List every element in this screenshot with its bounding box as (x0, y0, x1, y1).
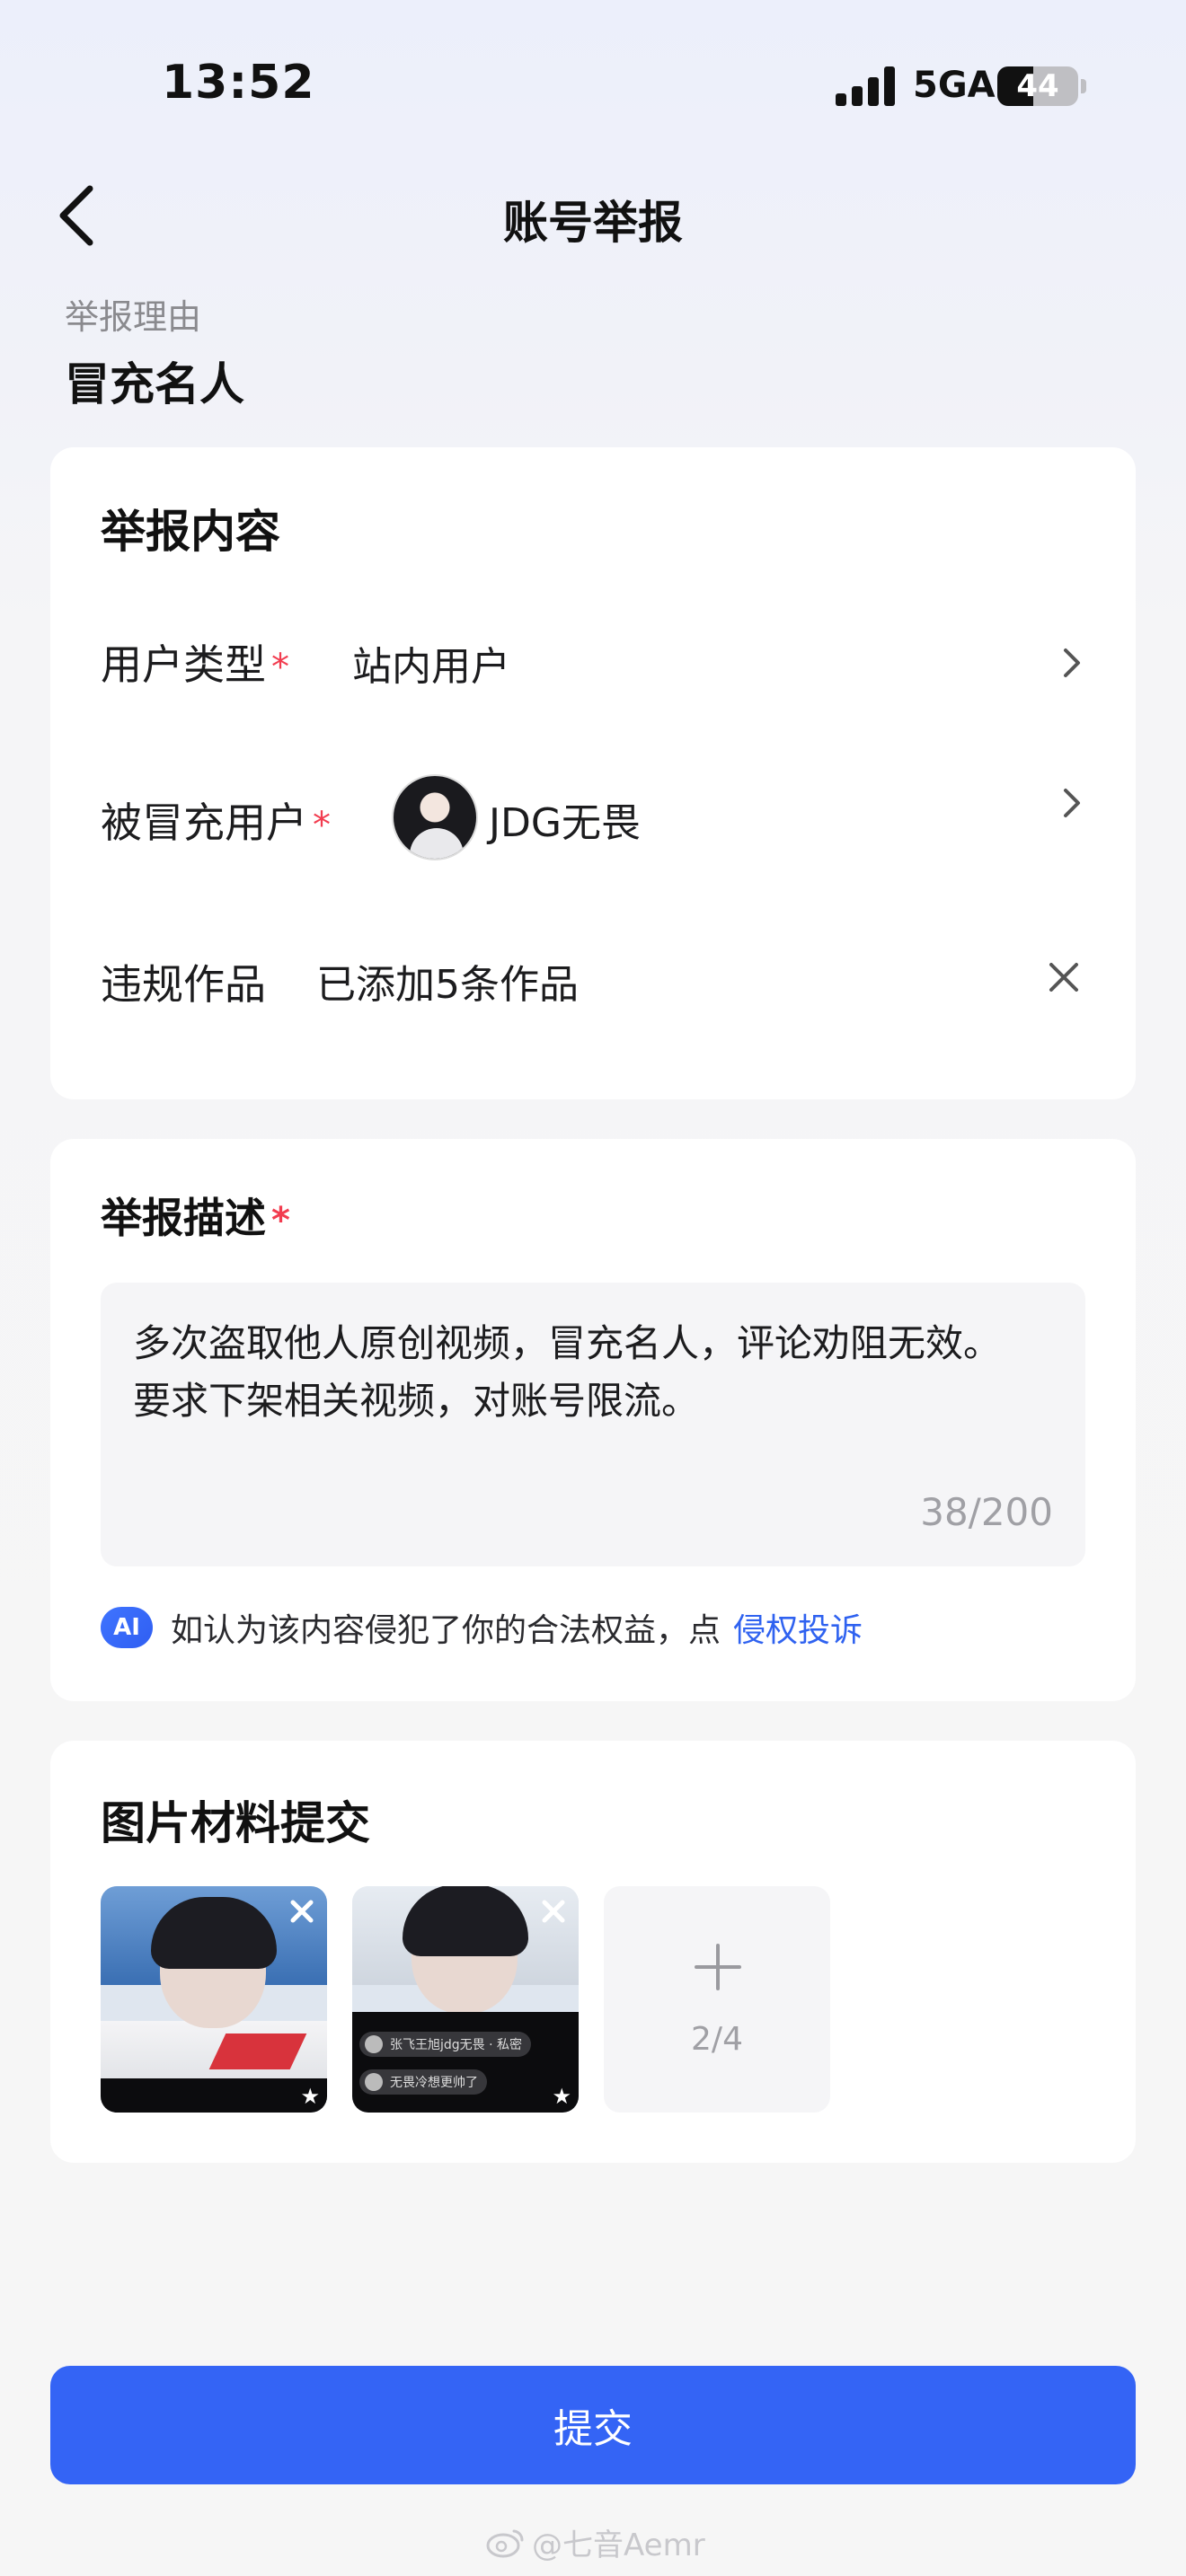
star-icon: ★ (300, 2084, 320, 2109)
close-icon[interactable] (1048, 961, 1080, 993)
image-upload-card: 图片材料提交 ★ 张飞王旭jdg无畏 · 私密 无畏冷想更帅了 ★ 2/4 (50, 1741, 1136, 2163)
required-mark: * (271, 1200, 290, 1241)
avatar (392, 774, 478, 860)
description-card: 举报描述 * 多次盗取他人原创视频，冒充名人，评论劝阻无效。要求下架相关视频，对账… (50, 1139, 1136, 1701)
battery-icon: 44 (997, 66, 1078, 106)
battery-cap (1081, 79, 1086, 93)
add-image-button[interactable]: 2/4 (604, 1886, 830, 2113)
description-text: 多次盗取他人原创视频，冒充名人，评论劝阻无效。要求下架相关视频，对账号限流。 (133, 1321, 1002, 1423)
image-count: 2/4 (691, 2021, 743, 2058)
report-reason-value: 冒充名人 (65, 358, 244, 410)
character-count: 38/200 (920, 1490, 1053, 1534)
uploaded-image-1[interactable]: ★ (101, 1886, 327, 2113)
watermark: @七音Aemr (485, 2520, 705, 2564)
submit-button[interactable]: 提交 (50, 2366, 1136, 2484)
image-upload-title: 图片材料提交 (101, 1797, 370, 1849)
status-time: 13:52 (162, 56, 315, 110)
nav-bar: 账号举报 (0, 171, 1186, 260)
plus-icon (695, 1944, 741, 1990)
infringement-tip: AI 如认为该内容侵犯了你的合法权益，点 侵权投诉 (101, 1602, 863, 1653)
chevron-right-icon[interactable] (1058, 645, 1085, 681)
remove-image-icon[interactable] (535, 1893, 571, 1929)
tip-text: 如认为该内容侵犯了你的合法权益，点 (171, 1612, 721, 1649)
report-content-title: 举报内容 (101, 506, 280, 558)
comment-bubble: 无畏冷想更帅了 (359, 2069, 487, 2095)
uploaded-image-2[interactable]: 张飞王旭jdg无畏 · 私密 无畏冷想更帅了 ★ (352, 1886, 579, 2113)
description-textarea[interactable]: 多次盗取他人原创视频，冒充名人，评论劝阻无效。要求下架相关视频，对账号限流。 3… (101, 1283, 1085, 1566)
impersonated-user-label: 被冒充用户 (101, 798, 307, 847)
description-title: 举报描述 (101, 1194, 266, 1242)
user-type-value: 站内用户 (352, 644, 510, 690)
status-bar: 13:52 5GA 44 (0, 0, 1186, 135)
violating-works-value: 已添加5条作品 (316, 962, 579, 1008)
required-mark: * (271, 647, 289, 688)
battery-level: 44 (1016, 68, 1059, 104)
star-icon: ★ (552, 2084, 571, 2109)
impersonated-user-name: JDG无畏 (489, 800, 641, 846)
user-type-label: 用户类型 (101, 640, 266, 689)
report-content-card: 举报内容 用户类型 * 站内用户 被冒充用户 * JDG无畏 违规作品 已添加5条作… (50, 447, 1136, 1099)
signal-icon (836, 66, 897, 106)
comment-bubble: 张飞王旭jdg无畏 · 私密 (359, 2032, 532, 2057)
chevron-right-icon[interactable] (1058, 785, 1085, 821)
report-reason-label: 举报理由 (65, 297, 202, 337)
page-title: 账号举报 (503, 197, 683, 249)
required-mark: * (313, 805, 331, 846)
infringement-complaint-link[interactable]: 侵权投诉 (733, 1604, 863, 1651)
weibo-icon (486, 2529, 524, 2557)
network-type: 5GA (913, 65, 996, 106)
remove-image-icon[interactable] (284, 1893, 320, 1929)
watermark-text: @七音Aemr (532, 2527, 705, 2563)
ai-icon: AI (101, 1607, 153, 1648)
violating-works-label: 违规作品 (101, 960, 266, 1009)
